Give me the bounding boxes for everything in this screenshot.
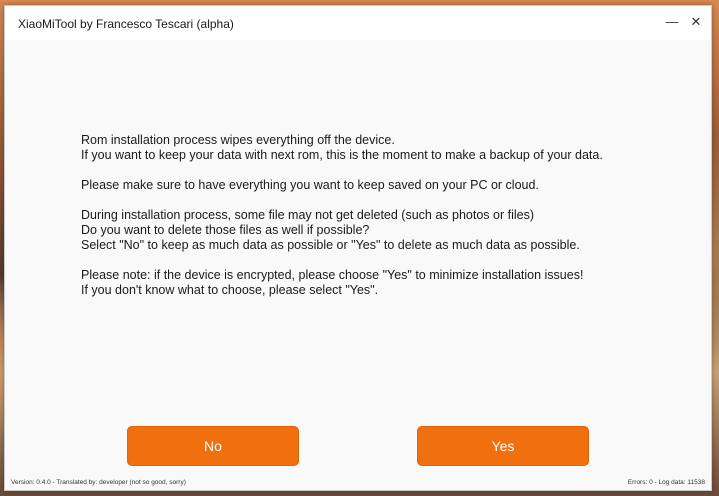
message-paragraph: During installation process, some file m… xyxy=(81,208,691,253)
message-paragraph: Please note: if the device is encrypted,… xyxy=(81,268,691,298)
message-line: During installation process, some file m… xyxy=(81,208,535,222)
window-title: XiaoMiTool by Francesco Tescari (alpha) xyxy=(18,17,234,31)
message-line: Please note: if the device is encrypted,… xyxy=(81,268,584,282)
minimize-icon[interactable]: — xyxy=(665,13,679,29)
app-window: XiaoMiTool by Francesco Tescari (alpha) … xyxy=(4,5,712,491)
version-info: Version: 0.4.0 - Translated by: develope… xyxy=(11,479,186,486)
no-button[interactable]: No xyxy=(127,426,299,466)
close-icon[interactable]: ✕ xyxy=(689,13,703,29)
message-line: Please make sure to have everything you … xyxy=(81,178,539,192)
message-line: Do you want to delete those files as wel… xyxy=(81,223,370,237)
warning-message: Rom installation process wipes everythin… xyxy=(81,133,691,313)
message-paragraph: Please make sure to have everything you … xyxy=(81,178,691,193)
message-paragraph: Rom installation process wipes everythin… xyxy=(81,133,691,163)
message-line: Rom installation process wipes everythin… xyxy=(81,133,395,147)
log-status: Errors: 0 - Log data: 11538 xyxy=(627,479,705,486)
title-bar[interactable]: XiaoMiTool by Francesco Tescari (alpha) … xyxy=(5,6,711,40)
window-controls: — ✕ xyxy=(665,13,703,29)
yes-button[interactable]: Yes xyxy=(417,426,589,466)
message-line: If you want to keep your data with next … xyxy=(81,148,603,162)
message-line: If you don't know what to choose, please… xyxy=(81,283,379,297)
message-line: Select "No" to keep as much data as poss… xyxy=(81,238,580,252)
